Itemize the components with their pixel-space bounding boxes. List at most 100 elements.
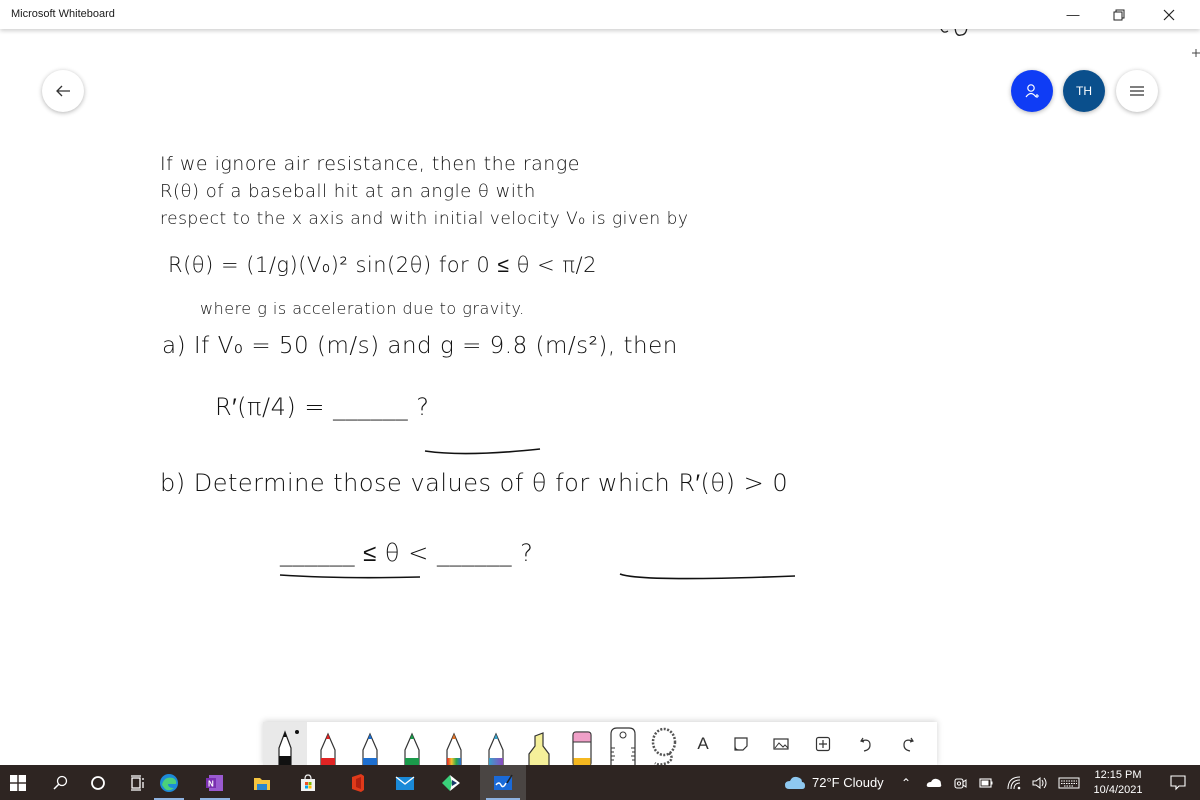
lasso-icon xyxy=(651,727,677,766)
problem-line-3: respect to the x axis and with initial v… xyxy=(160,209,689,229)
ruler-tool[interactable] xyxy=(603,722,643,766)
taskbar-kite[interactable] xyxy=(430,765,472,800)
problem-line-2: R(θ) of a baseball hit at an angle θ wit… xyxy=(160,181,536,202)
highlighter-tool[interactable] xyxy=(517,722,561,766)
green-pen-tool[interactable] xyxy=(391,722,433,766)
office-icon xyxy=(352,773,364,792)
notification-icon xyxy=(1170,774,1186,790)
red-pen-tool[interactable] xyxy=(307,722,349,766)
sticky-note-icon xyxy=(734,737,748,751)
close-icon xyxy=(1163,9,1175,20)
pen-icon xyxy=(320,732,336,766)
hamburger-icon xyxy=(1130,86,1144,96)
whiteboard-canvas[interactable]: If we ignore air resistance, then the ra… xyxy=(0,29,1200,765)
back-button[interactable] xyxy=(42,70,84,112)
lasso-tool[interactable] xyxy=(643,722,685,766)
edge-icon xyxy=(160,773,178,792)
blank-underline-b2 xyxy=(619,573,796,580)
gravity-note: where g is acceleration due to gravity. xyxy=(200,299,525,318)
blank-underline-b1 xyxy=(279,574,421,579)
taskbar-mail[interactable] xyxy=(385,765,425,800)
taskbar-whiteboard[interactable] xyxy=(480,765,526,800)
part-b-line: b) Determine those values of θ for which… xyxy=(160,469,789,497)
weather-widget[interactable]: 72°F Cloudy xyxy=(784,765,884,800)
inking-toolbar: A xyxy=(263,722,937,766)
image-icon xyxy=(773,738,789,750)
speaker-icon xyxy=(1032,776,1047,789)
invite-button[interactable] xyxy=(1011,70,1053,112)
cortana-icon xyxy=(91,775,105,790)
avatar-initials: TH xyxy=(1076,84,1092,98)
blank-underline-a xyxy=(424,448,541,455)
ink-layer xyxy=(279,29,1200,580)
restore-icon xyxy=(1113,9,1125,20)
cortana-button[interactable] xyxy=(80,765,116,800)
redo-icon xyxy=(903,737,914,752)
user-avatar-button[interactable]: TH xyxy=(1063,70,1105,112)
touch-keyboard-tray[interactable] xyxy=(1054,765,1084,800)
folder-icon xyxy=(254,777,270,790)
search-button[interactable] xyxy=(40,765,80,800)
text-icon: A xyxy=(697,734,709,753)
ruler-icon xyxy=(610,727,636,766)
taskbar-office[interactable] xyxy=(338,765,378,800)
wifi-tray[interactable] xyxy=(1002,765,1026,800)
windows-taskbar: N 72°F Cloudy ⌃ 12:15 PM 10/4/2021 xyxy=(0,765,1200,800)
eraser-icon xyxy=(572,731,592,766)
cloud-icon xyxy=(785,776,805,789)
part-a-line: a) If V₀ = 50 (m/s) and g = 9.8 (m/s²), … xyxy=(162,333,678,359)
undo-button[interactable] xyxy=(845,722,887,766)
chevron-up-icon: ⌃ xyxy=(900,775,912,790)
onenote-icon: N xyxy=(206,774,223,791)
task-view-icon xyxy=(131,774,144,791)
search-icon xyxy=(53,775,68,790)
problem-line-1: If we ignore air resistance, then the ra… xyxy=(160,153,580,175)
person-add-icon xyxy=(1025,84,1039,98)
onedrive-tray[interactable] xyxy=(922,765,946,800)
start-button[interactable] xyxy=(0,765,36,800)
sticky-note-tool[interactable] xyxy=(721,722,761,766)
minimize-button[interactable]: — xyxy=(1050,0,1096,29)
pen-icon xyxy=(404,732,420,766)
image-tool[interactable] xyxy=(761,722,801,766)
insert-tool[interactable] xyxy=(801,722,845,766)
pen-icon xyxy=(362,732,378,766)
redo-button[interactable] xyxy=(887,722,929,766)
keyboard-icon xyxy=(1058,777,1080,788)
minimize-icon: — xyxy=(1066,7,1080,22)
title-bar: Microsoft Whiteboard — xyxy=(0,0,1200,29)
rainbow-pen-tool[interactable] xyxy=(433,722,475,766)
taskbar-onenote[interactable]: N xyxy=(194,765,236,800)
battery-tray[interactable] xyxy=(974,765,998,800)
wifi-icon xyxy=(1007,776,1021,789)
camera-icon xyxy=(954,777,967,789)
highlighter-icon xyxy=(528,732,550,766)
taskbar-store[interactable] xyxy=(288,765,328,800)
taskbar-file-explorer[interactable] xyxy=(242,765,282,800)
settings-menu-button[interactable] xyxy=(1116,70,1158,112)
part-b-question: ______ ≤ θ < ______ ? xyxy=(280,539,534,567)
battery-icon xyxy=(979,777,993,788)
clock-time: 12:15 PM xyxy=(1094,769,1142,781)
eraser-tool[interactable] xyxy=(561,722,603,766)
show-hidden-icons-button[interactable]: ⌃ xyxy=(895,765,917,800)
taskbar-edge[interactable] xyxy=(148,765,190,800)
clock[interactable]: 12:15 PM 10/4/2021 xyxy=(1088,768,1148,798)
kite-app-icon xyxy=(442,774,460,791)
galaxy-pen-tool[interactable] xyxy=(475,722,517,766)
onedrive-cloud-icon xyxy=(926,778,942,787)
restore-button[interactable] xyxy=(1096,0,1142,29)
action-center-button[interactable] xyxy=(1160,765,1196,800)
window-title: Microsoft Whiteboard xyxy=(11,8,115,20)
pen-icon xyxy=(278,730,299,766)
pen-icon xyxy=(446,732,462,766)
whiteboard-app-icon xyxy=(494,774,513,790)
text-tool[interactable]: A xyxy=(685,722,721,766)
arrow-left-icon xyxy=(56,85,70,97)
black-pen-tool[interactable] xyxy=(263,722,307,766)
volume-tray[interactable] xyxy=(1028,765,1052,800)
meet-now-tray[interactable] xyxy=(948,765,972,800)
blue-pen-tool[interactable] xyxy=(349,722,391,766)
store-icon xyxy=(301,773,315,791)
close-button[interactable] xyxy=(1146,0,1192,29)
